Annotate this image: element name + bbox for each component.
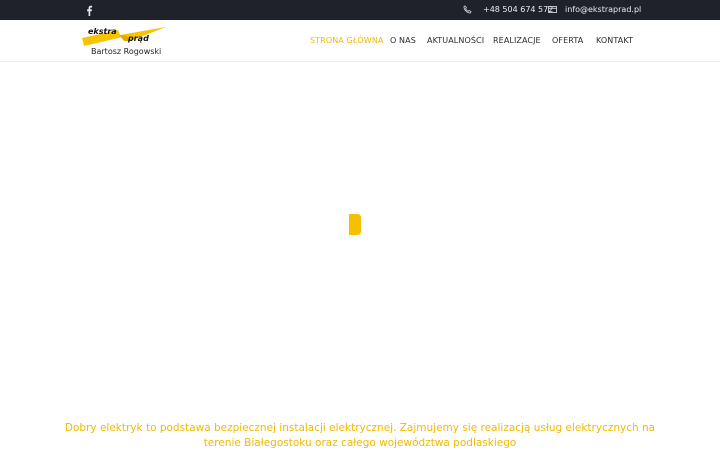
- logo-word-ekstra: ekstra: [88, 27, 117, 36]
- hero-tagline: Dobry elektryk to podstawa bezpiecznej i…: [60, 421, 660, 450]
- nav-item-contact[interactable]: KONTAKT: [596, 35, 633, 46]
- facebook-icon[interactable]: [85, 5, 93, 16]
- hero-tagline-line-2: terenie Białegostoku oraz całego wojewód…: [203, 437, 517, 449]
- phone-number[interactable]: +48 504 674 572: [483, 5, 553, 15]
- site-logo[interactable]: ekstra prąd Bartosz Rogowski: [80, 26, 170, 56]
- phone-icon: [463, 5, 472, 14]
- nav-item-offer[interactable]: OFERTA: [552, 35, 583, 46]
- hero-tagline-line-1: Dobry elektryk to podstawa bezpiecznej i…: [64, 422, 656, 434]
- loading-spinner-icon: [349, 214, 361, 235]
- nav-item-home[interactable]: STRONA GŁÓWNA: [310, 35, 383, 46]
- logo-owner-name: Bartosz Rogowski: [91, 47, 162, 56]
- email-address[interactable]: info@ekstraprad.pl: [565, 5, 641, 15]
- nav-item-realizations[interactable]: REALIZACJE: [493, 35, 541, 46]
- main-header: ekstra prąd Bartosz Rogowski STRONA GŁÓW…: [0, 20, 720, 62]
- mail-icon: [548, 6, 557, 13]
- logo-word-prad: prąd: [128, 34, 149, 43]
- nav-item-news[interactable]: AKTUALNOŚCI: [427, 35, 484, 46]
- nav-item-about[interactable]: O NAS: [390, 35, 416, 46]
- top-bar: +48 504 674 572 info@ekstraprad.pl: [0, 0, 720, 20]
